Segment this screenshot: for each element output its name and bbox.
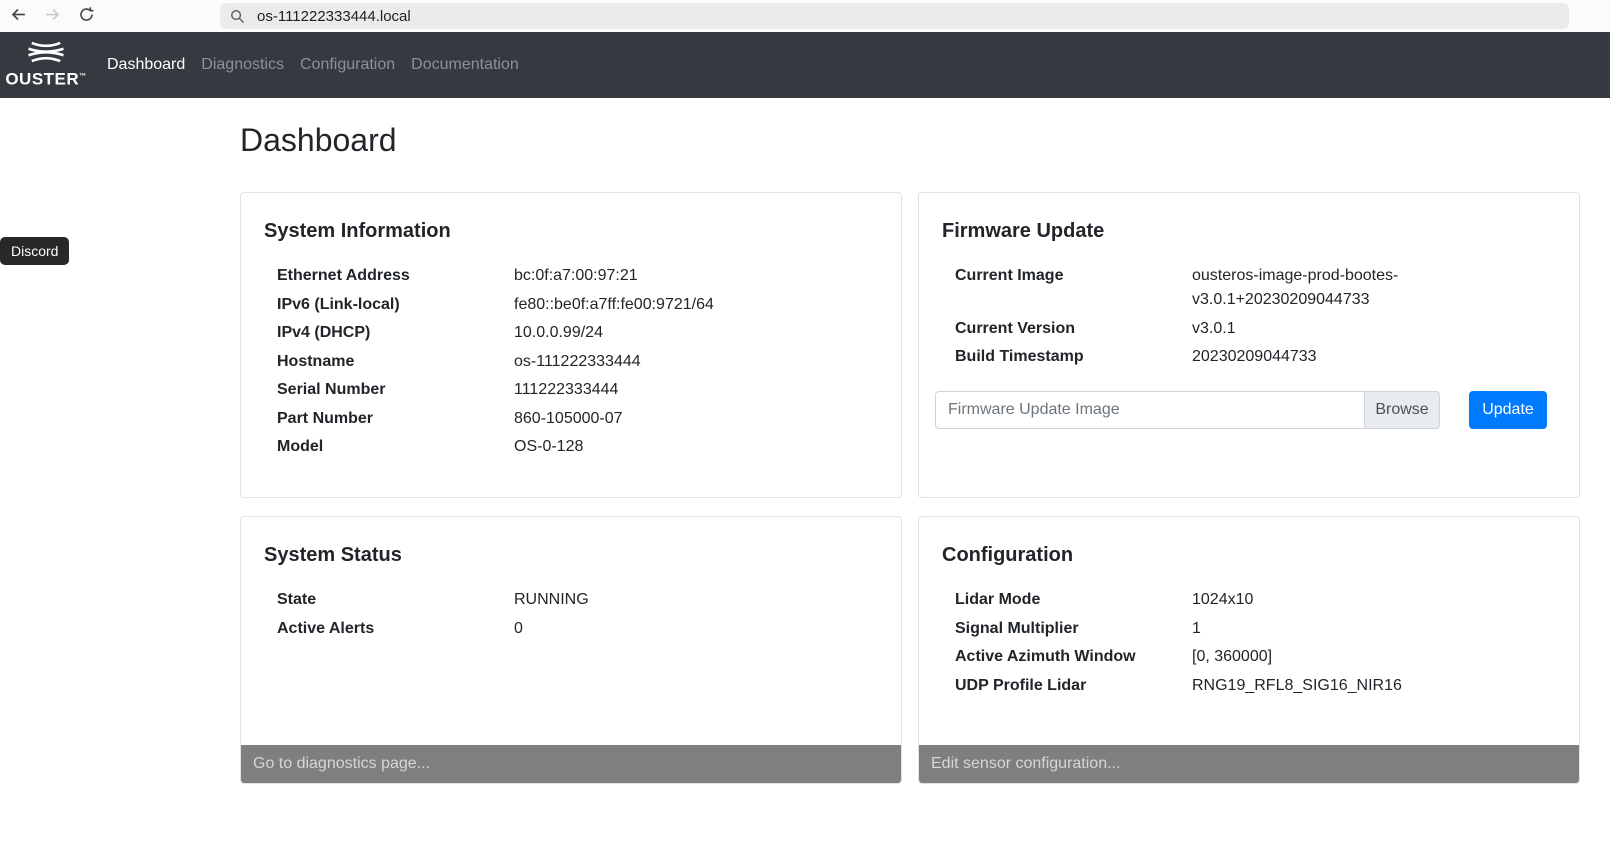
card-title: Configuration [942,544,1559,567]
row-label: Lidar Mode [955,588,1192,612]
row-value: os-111222333444 [514,350,824,374]
info-row: Ethernet Address bc:0f:a7:00:97:21 [277,264,881,288]
reload-icon [78,6,95,26]
row-label: Signal Multiplier [955,617,1192,641]
row-label: Ethernet Address [277,264,514,288]
row-label: Build Timestamp [955,345,1192,369]
update-button[interactable]: Update [1469,391,1547,429]
info-row: Current Image ousteros-image-prod-bootes… [955,264,1559,312]
row-value: v3.0.1 [1192,317,1502,341]
card-title: Firmware Update [942,220,1559,243]
firmware-file-input[interactable] [935,391,1364,429]
info-row: Active Azimuth Window [0, 360000] [955,645,1559,669]
row-label: Current Image [955,264,1192,312]
search-icon [230,9,245,24]
row-value: 1024x10 [1192,588,1502,612]
main-content: Dashboard System Information Ethernet Ad… [240,122,1580,784]
card-system-information: System Information Ethernet Address bc:0… [240,192,902,498]
card-title: System Information [264,220,881,243]
back-arrow-icon [10,6,27,26]
ouster-brand[interactable]: OUSTER™ [8,41,84,89]
dashboard-cards: System Information Ethernet Address bc:0… [240,192,1580,784]
info-row: UDP Profile Lidar RNG19_RFL8_SIG16_NIR16 [955,674,1559,698]
card-configuration: Configuration Lidar Mode 1024x10 Signal … [918,516,1580,784]
info-row: Lidar Mode 1024x10 [955,588,1559,612]
row-value: RNG19_RFL8_SIG16_NIR16 [1192,674,1502,698]
browser-toolbar: os-111222333444.local [0,0,1610,32]
card-system-status: System Status State RUNNING Active Alert… [240,516,902,784]
brand-label: OUSTER™ [5,68,86,89]
nav-item-documentation[interactable]: Documentation [403,48,527,82]
browser-forward-button[interactable] [38,2,66,30]
ouster-logo-icon [24,41,68,68]
diagnostics-page-link[interactable]: Go to diagnostics page... [241,745,901,783]
row-value: bc:0f:a7:00:97:21 [514,264,824,288]
edit-configuration-link[interactable]: Edit sensor configuration... [919,745,1579,783]
page-title: Dashboard [240,122,1580,159]
row-value: OS-0-128 [514,435,824,459]
nav-item-configuration[interactable]: Configuration [292,48,403,82]
row-value: fe80::be0f:a7ff:fe00:9721/64 [514,293,824,317]
row-value: 10.0.0.99/24 [514,321,824,345]
row-label: Serial Number [277,378,514,402]
browser-back-button[interactable] [4,2,32,30]
row-value: ousteros-image-prod-bootes-v3.0.1+202302… [1192,264,1502,312]
info-row: State RUNNING [277,588,881,612]
row-label: Part Number [277,407,514,431]
trademark-symbol: ™ [79,73,87,80]
info-row: Build Timestamp 20230209044733 [955,345,1559,369]
row-value: 111222333444 [514,378,824,402]
row-value: 1 [1192,617,1502,641]
row-value: 860-105000-07 [514,407,824,431]
nav-item-dashboard[interactable]: Dashboard [99,48,193,82]
firmware-upload-controls: Browse Update [935,391,1559,429]
info-row: Serial Number 111222333444 [277,378,881,402]
firmware-file-input-group: Browse [935,391,1440,429]
row-label: Active Alerts [277,617,514,641]
firmware-update-rows: Current Image ousteros-image-prod-bootes… [955,264,1559,369]
info-row: Active Alerts 0 [277,617,881,641]
row-label: Model [277,435,514,459]
row-value: [0, 360000] [1192,645,1502,669]
address-bar[interactable]: os-111222333444.local [220,3,1569,29]
info-row: IPv6 (Link-local) fe80::be0f:a7ff:fe00:9… [277,293,881,317]
system-information-rows: Ethernet Address bc:0f:a7:00:97:21 IPv6 … [277,264,881,459]
info-row: IPv4 (DHCP) 10.0.0.99/24 [277,321,881,345]
info-row: Hostname os-111222333444 [277,350,881,374]
configuration-rows: Lidar Mode 1024x10 Signal Multiplier 1 A… [955,588,1559,698]
url-text: os-111222333444.local [257,8,411,25]
discord-tab[interactable]: Discord [0,237,69,265]
row-value: 20230209044733 [1192,345,1502,369]
row-label: IPv4 (DHCP) [277,321,514,345]
nav-links: Dashboard Diagnostics Configuration Docu… [99,48,527,82]
row-label: IPv6 (Link-local) [277,293,514,317]
browse-button[interactable]: Browse [1364,391,1440,429]
row-value: RUNNING [514,588,824,612]
row-label: Active Azimuth Window [955,645,1192,669]
row-value: 0 [514,617,824,641]
card-firmware-update: Firmware Update Current Image ousteros-i… [918,192,1580,498]
row-label: UDP Profile Lidar [955,674,1192,698]
browser-reload-button[interactable] [72,2,100,30]
row-label: Current Version [955,317,1192,341]
info-row: Signal Multiplier 1 [955,617,1559,641]
row-label: State [277,588,514,612]
row-label: Hostname [277,350,514,374]
info-row: Part Number 860-105000-07 [277,407,881,431]
top-navbar: OUSTER™ Dashboard Diagnostics Configurat… [0,32,1610,98]
info-row: Model OS-0-128 [277,435,881,459]
system-status-rows: State RUNNING Active Alerts 0 [277,588,881,641]
card-title: System Status [264,544,881,567]
info-row: Current Version v3.0.1 [955,317,1559,341]
forward-arrow-icon [44,6,61,26]
nav-item-diagnostics[interactable]: Diagnostics [193,48,292,82]
